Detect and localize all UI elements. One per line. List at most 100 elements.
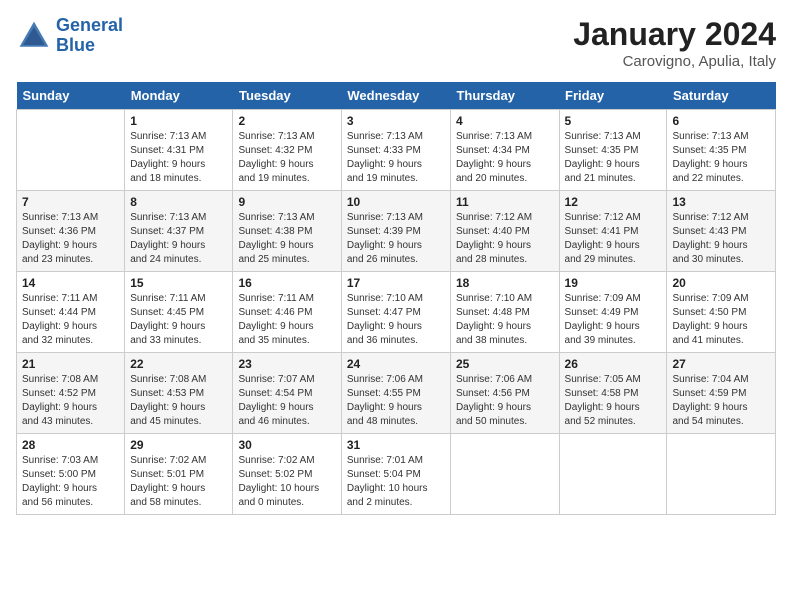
calendar-cell: 13 Sunrise: 7:12 AM Sunset: 4:43 PM Dayli… bbox=[667, 191, 776, 272]
calendar-cell: 17Sunrise: 7:10 AM Sunset: 4:47 PM Dayli… bbox=[341, 272, 450, 353]
calendar-cell: 11 Sunrise: 7:12 AM Sunset: 4:40 PM Dayli… bbox=[450, 191, 559, 272]
day-number: 2 bbox=[238, 114, 335, 128]
day-info: Sunrise: 7:11 AM Sunset: 4:44 PM Dayligh… bbox=[22, 292, 119, 348]
day-info: Sunrise: 7:13 AM Sunset: 4:37 PM Dayligh… bbox=[130, 211, 227, 267]
day-number: 31 bbox=[347, 438, 445, 452]
calendar-cell: 24 Sunrise: 7:06 AM Sunset: 4:55 PM Dayli… bbox=[341, 353, 450, 434]
calendar-cell: 4Sunrise: 7:13 AM Sunset: 4:34 PM Daylig… bbox=[450, 110, 559, 191]
week-row-1: 1 Sunrise: 7:13 AM Sunset: 4:31 PM Daylig… bbox=[17, 110, 776, 191]
day-info: Sunrise: 7:13 AM Sunset: 4:31 PM Dayligh… bbox=[130, 130, 227, 186]
day-number: 24 bbox=[347, 357, 445, 371]
day-info: Sunrise: 7:07 AM Sunset: 4:54 PM Dayligh… bbox=[238, 373, 335, 429]
day-number: 21 bbox=[22, 357, 119, 371]
week-row-2: 7 Sunrise: 7:13 AM Sunset: 4:36 PM Daylig… bbox=[17, 191, 776, 272]
day-number: 13 bbox=[672, 195, 770, 209]
day-number: 6 bbox=[672, 114, 770, 128]
logo: General Blue bbox=[16, 16, 123, 56]
location: Carovigno, Apulia, Italy bbox=[573, 53, 776, 70]
calendar-cell: 18Sunrise: 7:10 AM Sunset: 4:48 PM Dayli… bbox=[450, 272, 559, 353]
calendar-cell: 20 Sunrise: 7:09 AM Sunset: 4:50 PM Dayli… bbox=[667, 272, 776, 353]
calendar-cell: 23 Sunrise: 7:07 AM Sunset: 4:54 PM Dayli… bbox=[233, 353, 341, 434]
month-year: January 2024 bbox=[573, 16, 776, 53]
weekday-header-saturday: Saturday bbox=[667, 82, 776, 110]
day-number: 20 bbox=[672, 276, 770, 290]
calendar-cell: 15 Sunrise: 7:11 AM Sunset: 4:45 PM Dayli… bbox=[125, 272, 233, 353]
calendar-cell: 25Sunrise: 7:06 AM Sunset: 4:56 PM Dayli… bbox=[450, 353, 559, 434]
calendar-cell: 22Sunrise: 7:08 AM Sunset: 4:53 PM Dayli… bbox=[125, 353, 233, 434]
calendar-cell bbox=[559, 434, 667, 515]
day-number: 15 bbox=[130, 276, 227, 290]
day-info: Sunrise: 7:13 AM Sunset: 4:34 PM Dayligh… bbox=[456, 130, 554, 186]
day-info: Sunrise: 7:06 AM Sunset: 4:56 PM Dayligh… bbox=[456, 373, 554, 429]
day-info: Sunrise: 7:06 AM Sunset: 4:55 PM Dayligh… bbox=[347, 373, 445, 429]
logo-icon bbox=[16, 18, 52, 54]
calendar-cell bbox=[450, 434, 559, 515]
day-number: 14 bbox=[22, 276, 119, 290]
day-number: 27 bbox=[672, 357, 770, 371]
day-number: 10 bbox=[347, 195, 445, 209]
day-number: 28 bbox=[22, 438, 119, 452]
weekday-header-sunday: Sunday bbox=[17, 82, 125, 110]
calendar-cell: 21Sunrise: 7:08 AM Sunset: 4:52 PM Dayli… bbox=[17, 353, 125, 434]
day-info: Sunrise: 7:13 AM Sunset: 4:39 PM Dayligh… bbox=[347, 211, 445, 267]
day-info: Sunrise: 7:01 AM Sunset: 5:04 PM Dayligh… bbox=[347, 454, 445, 510]
day-info: Sunrise: 7:03 AM Sunset: 5:00 PM Dayligh… bbox=[22, 454, 119, 510]
calendar-cell: 31 Sunrise: 7:01 AM Sunset: 5:04 PM Dayli… bbox=[341, 434, 450, 515]
day-number: 17 bbox=[347, 276, 445, 290]
day-number: 7 bbox=[22, 195, 119, 209]
day-info: Sunrise: 7:13 AM Sunset: 4:36 PM Dayligh… bbox=[22, 211, 119, 267]
day-number: 5 bbox=[565, 114, 662, 128]
day-number: 12 bbox=[565, 195, 662, 209]
day-number: 11 bbox=[456, 195, 554, 209]
header: General Blue January 2024 Carovigno, Apu… bbox=[16, 16, 776, 70]
title-area: January 2024 Carovigno, Apulia, Italy bbox=[573, 16, 776, 70]
calendar-cell: 10 Sunrise: 7:13 AM Sunset: 4:39 PM Dayli… bbox=[341, 191, 450, 272]
day-info: Sunrise: 7:09 AM Sunset: 4:49 PM Dayligh… bbox=[565, 292, 662, 348]
day-number: 18 bbox=[456, 276, 554, 290]
day-info: Sunrise: 7:02 AM Sunset: 5:02 PM Dayligh… bbox=[238, 454, 335, 510]
logo-text: General Blue bbox=[56, 16, 123, 56]
day-number: 16 bbox=[238, 276, 335, 290]
day-number: 23 bbox=[238, 357, 335, 371]
weekday-header-tuesday: Tuesday bbox=[233, 82, 341, 110]
day-info: Sunrise: 7:12 AM Sunset: 4:43 PM Dayligh… bbox=[672, 211, 770, 267]
calendar-cell: 19Sunrise: 7:09 AM Sunset: 4:49 PM Dayli… bbox=[559, 272, 667, 353]
day-number: 29 bbox=[130, 438, 227, 452]
calendar-cell: 1 Sunrise: 7:13 AM Sunset: 4:31 PM Daylig… bbox=[125, 110, 233, 191]
week-row-4: 21Sunrise: 7:08 AM Sunset: 4:52 PM Dayli… bbox=[17, 353, 776, 434]
calendar-cell: 9 Sunrise: 7:13 AM Sunset: 4:38 PM Daylig… bbox=[233, 191, 341, 272]
calendar-cell: 5Sunrise: 7:13 AM Sunset: 4:35 PM Daylig… bbox=[559, 110, 667, 191]
calendar-cell: 8 Sunrise: 7:13 AM Sunset: 4:37 PM Daylig… bbox=[125, 191, 233, 272]
day-info: Sunrise: 7:13 AM Sunset: 4:38 PM Dayligh… bbox=[238, 211, 335, 267]
day-number: 30 bbox=[238, 438, 335, 452]
week-row-5: 28 Sunrise: 7:03 AM Sunset: 5:00 PM Dayli… bbox=[17, 434, 776, 515]
day-info: Sunrise: 7:04 AM Sunset: 4:59 PM Dayligh… bbox=[672, 373, 770, 429]
day-number: 8 bbox=[130, 195, 227, 209]
weekday-header-friday: Friday bbox=[559, 82, 667, 110]
weekday-header-row: SundayMondayTuesdayWednesdayThursdayFrid… bbox=[17, 82, 776, 110]
day-info: Sunrise: 7:09 AM Sunset: 4:50 PM Dayligh… bbox=[672, 292, 770, 348]
day-info: Sunrise: 7:12 AM Sunset: 4:41 PM Dayligh… bbox=[565, 211, 662, 267]
day-number: 1 bbox=[130, 114, 227, 128]
calendar-cell: 7 Sunrise: 7:13 AM Sunset: 4:36 PM Daylig… bbox=[17, 191, 125, 272]
day-info: Sunrise: 7:12 AM Sunset: 4:40 PM Dayligh… bbox=[456, 211, 554, 267]
weekday-header-thursday: Thursday bbox=[450, 82, 559, 110]
day-info: Sunrise: 7:02 AM Sunset: 5:01 PM Dayligh… bbox=[130, 454, 227, 510]
calendar-cell: 2Sunrise: 7:13 AM Sunset: 4:32 PM Daylig… bbox=[233, 110, 341, 191]
calendar-cell: 28 Sunrise: 7:03 AM Sunset: 5:00 PM Dayli… bbox=[17, 434, 125, 515]
calendar-table: SundayMondayTuesdayWednesdayThursdayFrid… bbox=[16, 82, 776, 515]
day-number: 22 bbox=[130, 357, 227, 371]
calendar-cell: 30 Sunrise: 7:02 AM Sunset: 5:02 PM Dayli… bbox=[233, 434, 341, 515]
calendar-cell bbox=[667, 434, 776, 515]
calendar-cell: 3Sunrise: 7:13 AM Sunset: 4:33 PM Daylig… bbox=[341, 110, 450, 191]
calendar-cell: 12 Sunrise: 7:12 AM Sunset: 4:41 PM Dayli… bbox=[559, 191, 667, 272]
calendar-cell: 27 Sunrise: 7:04 AM Sunset: 4:59 PM Dayli… bbox=[667, 353, 776, 434]
day-info: Sunrise: 7:11 AM Sunset: 4:46 PM Dayligh… bbox=[238, 292, 335, 348]
calendar-cell: 16 Sunrise: 7:11 AM Sunset: 4:46 PM Dayli… bbox=[233, 272, 341, 353]
day-number: 9 bbox=[238, 195, 335, 209]
day-info: Sunrise: 7:11 AM Sunset: 4:45 PM Dayligh… bbox=[130, 292, 227, 348]
calendar-cell: 6 Sunrise: 7:13 AM Sunset: 4:35 PM Daylig… bbox=[667, 110, 776, 191]
calendar-cell: 26Sunrise: 7:05 AM Sunset: 4:58 PM Dayli… bbox=[559, 353, 667, 434]
day-info: Sunrise: 7:13 AM Sunset: 4:33 PM Dayligh… bbox=[347, 130, 445, 186]
day-info: Sunrise: 7:13 AM Sunset: 4:35 PM Dayligh… bbox=[672, 130, 770, 186]
